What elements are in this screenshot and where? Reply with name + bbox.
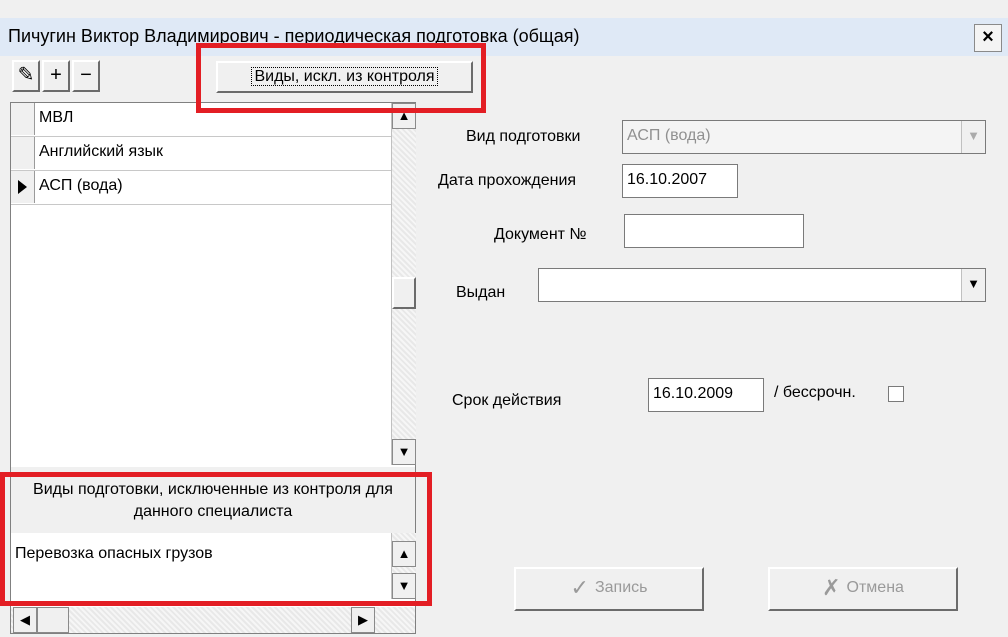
highlight-box-excluded-list <box>0 472 432 606</box>
remove-button[interactable]: − <box>72 60 100 92</box>
row-indicator[interactable] <box>11 137 35 169</box>
validity-value: 16.10.2009 <box>653 385 734 402</box>
add-button[interactable]: + <box>42 60 70 92</box>
minus-icon: − <box>80 64 92 86</box>
edit-icon: ✎ <box>17 64 35 86</box>
date-field[interactable]: 16.10.2007 <box>622 164 738 198</box>
cancel-button-label: Отмена <box>846 579 904 597</box>
row-indicator[interactable] <box>11 103 35 135</box>
indefinite-label: / бессрочн. <box>774 384 856 401</box>
row-indicator[interactable] <box>11 171 35 203</box>
chevron-down-icon[interactable]: ▼ <box>961 121 985 153</box>
scroll-thumb[interactable] <box>392 277 416 309</box>
training-name: АСП (вода) <box>39 177 123 194</box>
training-name: Английский язык <box>39 143 164 160</box>
scroll-left-icon[interactable]: ◀ <box>13 607 37 633</box>
cross-icon: ✗ <box>822 575 841 600</box>
training-type-select[interactable]: АСП (вода) ▼ <box>622 120 986 154</box>
indefinite-checkbox[interactable] <box>888 386 904 402</box>
document-number-field[interactable] <box>624 214 804 248</box>
save-button-label: Запись <box>594 579 648 597</box>
save-button[interactable]: ✓ Запись <box>514 567 704 611</box>
edit-button[interactable]: ✎ <box>12 60 40 92</box>
date-label: Дата прохождения <box>438 172 577 189</box>
issued-by-select[interactable]: ▼ <box>538 268 986 302</box>
training-list-scrollbar[interactable]: ▲ ▼ <box>391 103 416 465</box>
title-bar: Пичугин Виктор Владимирович - периодичес… <box>0 18 1008 56</box>
plus-icon: + <box>50 64 62 86</box>
validity-label: Срок действия <box>452 392 562 409</box>
training-name: МВЛ <box>39 109 74 126</box>
highlight-box-excluded-button <box>196 43 486 113</box>
table-row-selected[interactable]: АСП (вода) <box>11 171 391 205</box>
current-row-arrow-icon <box>18 180 27 194</box>
horizontal-scrollbar[interactable]: ◀ ▶ <box>11 607 415 633</box>
document-label: Документ № <box>494 226 587 243</box>
dialog-window: Пичугин Виктор Владимирович - периодичес… <box>0 0 1008 637</box>
table-row[interactable]: Английский язык <box>11 137 391 171</box>
training-type-label: Вид подготовки <box>466 128 581 145</box>
checkmark-icon: ✓ <box>570 575 589 600</box>
chevron-down-icon[interactable]: ▼ <box>961 269 985 301</box>
validity-date-field[interactable]: 16.10.2009 <box>648 378 764 412</box>
training-grid: МВЛ Английский язык АСП (вода) <box>11 103 391 463</box>
issued-label: Выдан <box>456 284 506 301</box>
scroll-thumb[interactable] <box>37 607 69 633</box>
training-type-value: АСП (вода) <box>627 127 711 144</box>
scroll-down-icon[interactable]: ▼ <box>392 439 416 465</box>
date-value: 16.10.2007 <box>627 171 708 188</box>
scroll-right-icon[interactable]: ▶ <box>351 607 375 633</box>
cancel-button[interactable]: ✗ Отмена <box>768 567 958 611</box>
close-button[interactable]: × <box>974 24 1002 52</box>
